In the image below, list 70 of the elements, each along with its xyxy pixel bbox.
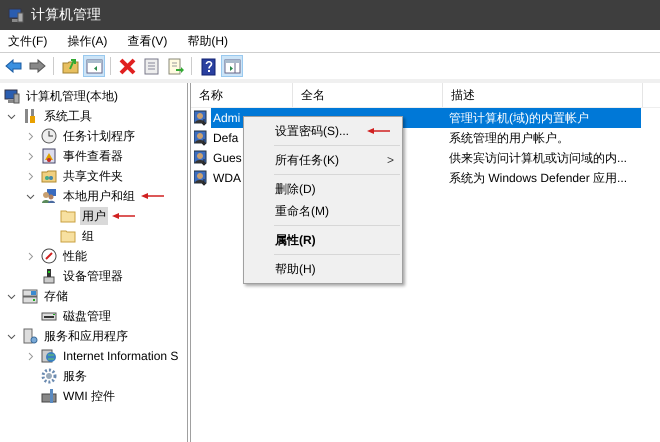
collapse-chevron-icon[interactable] (6, 112, 16, 120)
expand-chevron-icon[interactable] (26, 252, 34, 260)
users-icon (41, 188, 57, 204)
device-icon (41, 268, 57, 284)
tree-item[interactable]: 计算机管理(本地) (24, 87, 120, 105)
tree-item[interactable]: WMI 控件 (61, 387, 117, 405)
collapse-chevron-icon[interactable] (6, 292, 16, 300)
shared-folder-icon (41, 168, 57, 184)
tree-item[interactable]: Internet Information S (61, 347, 180, 365)
tree-item[interactable]: 服务 (61, 367, 89, 385)
submenu-arrow: > (386, 153, 394, 167)
menu-item[interactable]: 查看(V) (121, 32, 174, 50)
computer-icon (4, 88, 20, 104)
show-tree-button[interactable] (83, 55, 105, 77)
menu-item[interactable]: 重命名(M) (244, 200, 402, 222)
tree-item[interactable]: 共享文件夹 (61, 167, 125, 185)
properties-icon (142, 56, 160, 76)
table-cell-text: 管理计算机(域)的内置帐户 (448, 110, 590, 127)
globe-icon (41, 348, 57, 364)
menu-item[interactable]: 属性(R) (244, 229, 402, 251)
folder-icon (60, 208, 76, 224)
menu-item[interactable]: 操作(A) (61, 32, 114, 50)
clock-icon (41, 128, 57, 144)
column-header[interactable]: 描述 (443, 83, 643, 107)
collapse-chevron-icon[interactable] (26, 192, 34, 200)
tree-item[interactable]: 磁盘管理 (61, 307, 113, 325)
menu-item[interactable]: 设置密码(S)... (244, 120, 402, 142)
tree-item[interactable]: 事件查看器 (61, 147, 125, 165)
folder-icon (60, 228, 76, 244)
column-header[interactable]: 名称 (191, 83, 293, 107)
tree-item[interactable]: 设备管理器 (61, 267, 125, 285)
menu-item[interactable]: 帮助(H) (181, 32, 234, 50)
folder-up-icon (60, 56, 80, 76)
delete-icon (118, 56, 136, 76)
back-icon (4, 56, 22, 76)
tree-item[interactable]: 存储 (42, 287, 70, 305)
tree-item[interactable]: 任务计划程序 (61, 127, 137, 145)
table-cell-text: 系统管理的用户帐户。 (448, 130, 570, 147)
show-action-pane-icon (222, 56, 242, 76)
forward-icon (28, 56, 46, 76)
window-title: 计算机管理 (31, 6, 101, 24)
show-action-pane-button[interactable] (221, 55, 243, 77)
table-cell-text: 供来宾访问计算机或访问域的内... (448, 150, 628, 167)
tree-item[interactable]: 本地用户和组 (61, 187, 137, 205)
tree-item[interactable]: 组 (80, 227, 96, 245)
server-icon (22, 328, 38, 344)
expand-chevron-icon[interactable] (26, 132, 34, 140)
tree-item[interactable]: 系统工具 (42, 107, 94, 125)
tree-item[interactable]: 用户 (80, 207, 108, 225)
table-cell-text: 系统为 Windows Defender 应用... (448, 170, 628, 187)
menu-item[interactable]: 文件(F) (2, 32, 54, 50)
column-header[interactable]: 全名 (293, 83, 443, 107)
gauge-icon (41, 248, 57, 264)
menu-item[interactable]: 帮助(H) (244, 258, 402, 280)
expand-chevron-icon[interactable] (26, 352, 34, 360)
tools-icon (22, 108, 38, 124)
storage-icon (22, 288, 38, 304)
gear-icon (41, 368, 57, 384)
computer-icon (8, 7, 24, 23)
menu-item[interactable]: 删除(D) (244, 178, 402, 200)
export-icon (166, 56, 184, 76)
expand-chevron-icon[interactable] (26, 172, 34, 180)
show-tree-icon (84, 56, 104, 76)
menu-item[interactable]: 所有任务(K) > (244, 149, 402, 171)
tree-item[interactable]: 服务和应用程序 (42, 327, 130, 345)
collapse-chevron-icon[interactable] (6, 332, 16, 340)
tree-item[interactable]: 性能 (61, 247, 89, 265)
expand-chevron-icon[interactable] (26, 152, 34, 160)
help-icon (198, 56, 218, 76)
log-icon (41, 148, 57, 164)
